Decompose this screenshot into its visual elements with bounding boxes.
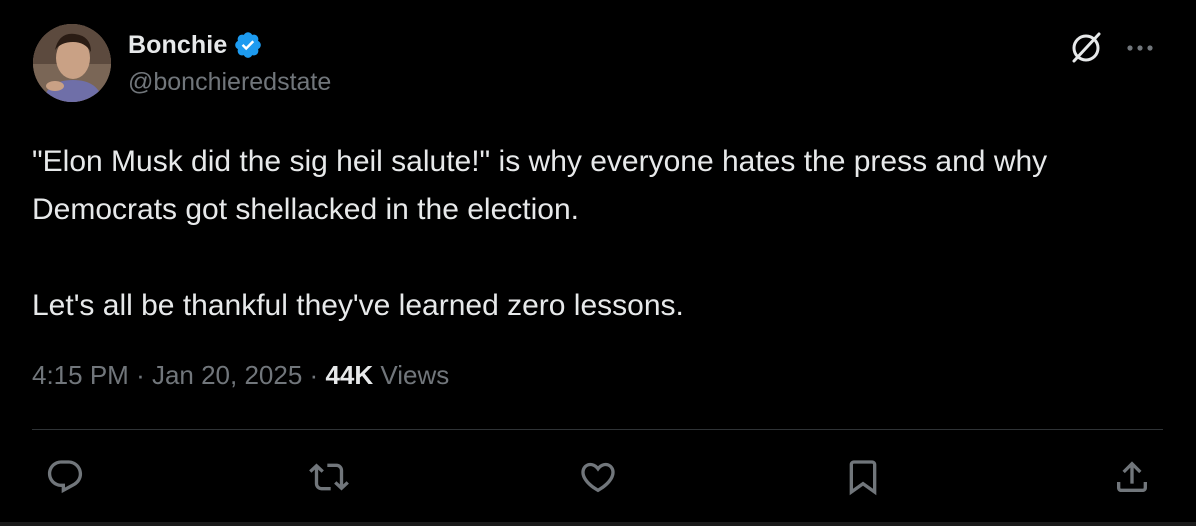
action-bar (32, 452, 1163, 502)
tweet-text: "Elon Musk did the sig heil salute!" is … (32, 138, 1162, 330)
bookmark-icon (849, 460, 877, 496)
retweet-icon (309, 463, 349, 491)
views-label[interactable]: Views (380, 360, 449, 390)
author-handle[interactable]: @bonchieredstate (128, 68, 331, 97)
verified-badge-icon[interactable] (233, 30, 263, 60)
reply-button[interactable] (40, 452, 90, 502)
avatar-image (33, 24, 111, 102)
tweet-paragraph: "Elon Musk did the sig heil salute!" is … (32, 145, 1048, 226)
views-count[interactable]: 44K (325, 360, 373, 390)
top-actions (1066, 28, 1160, 68)
avatar[interactable] (33, 24, 111, 102)
divider (32, 429, 1163, 430)
tweet-paragraph: Let's all be thankful they've learned ze… (32, 289, 684, 322)
bottom-edge (0, 522, 1196, 526)
tweet-meta: 4:15 PM · Jan 20, 2025 · 44K Views (32, 360, 449, 391)
share-icon (1117, 461, 1147, 492)
share-button[interactable] (1107, 452, 1157, 502)
retweet-button[interactable] (304, 452, 354, 502)
tweet-date[interactable]: Jan 20, 2025 (152, 360, 302, 390)
author-name-row: Bonchie (128, 28, 263, 62)
like-icon (581, 462, 615, 493)
bookmark-button[interactable] (838, 452, 888, 502)
tweet-card: Bonchie @bonchieredstate "Elon Musk did … (0, 0, 1196, 526)
more-icon[interactable] (1120, 28, 1160, 68)
meta-separator: · (136, 360, 152, 390)
display-name[interactable]: Bonchie (128, 31, 227, 60)
reply-icon (47, 460, 83, 494)
meta-separator: · (309, 360, 326, 390)
like-button[interactable] (573, 452, 623, 502)
grok-icon[interactable] (1066, 28, 1106, 68)
tweet-time[interactable]: 4:15 PM (32, 360, 129, 390)
